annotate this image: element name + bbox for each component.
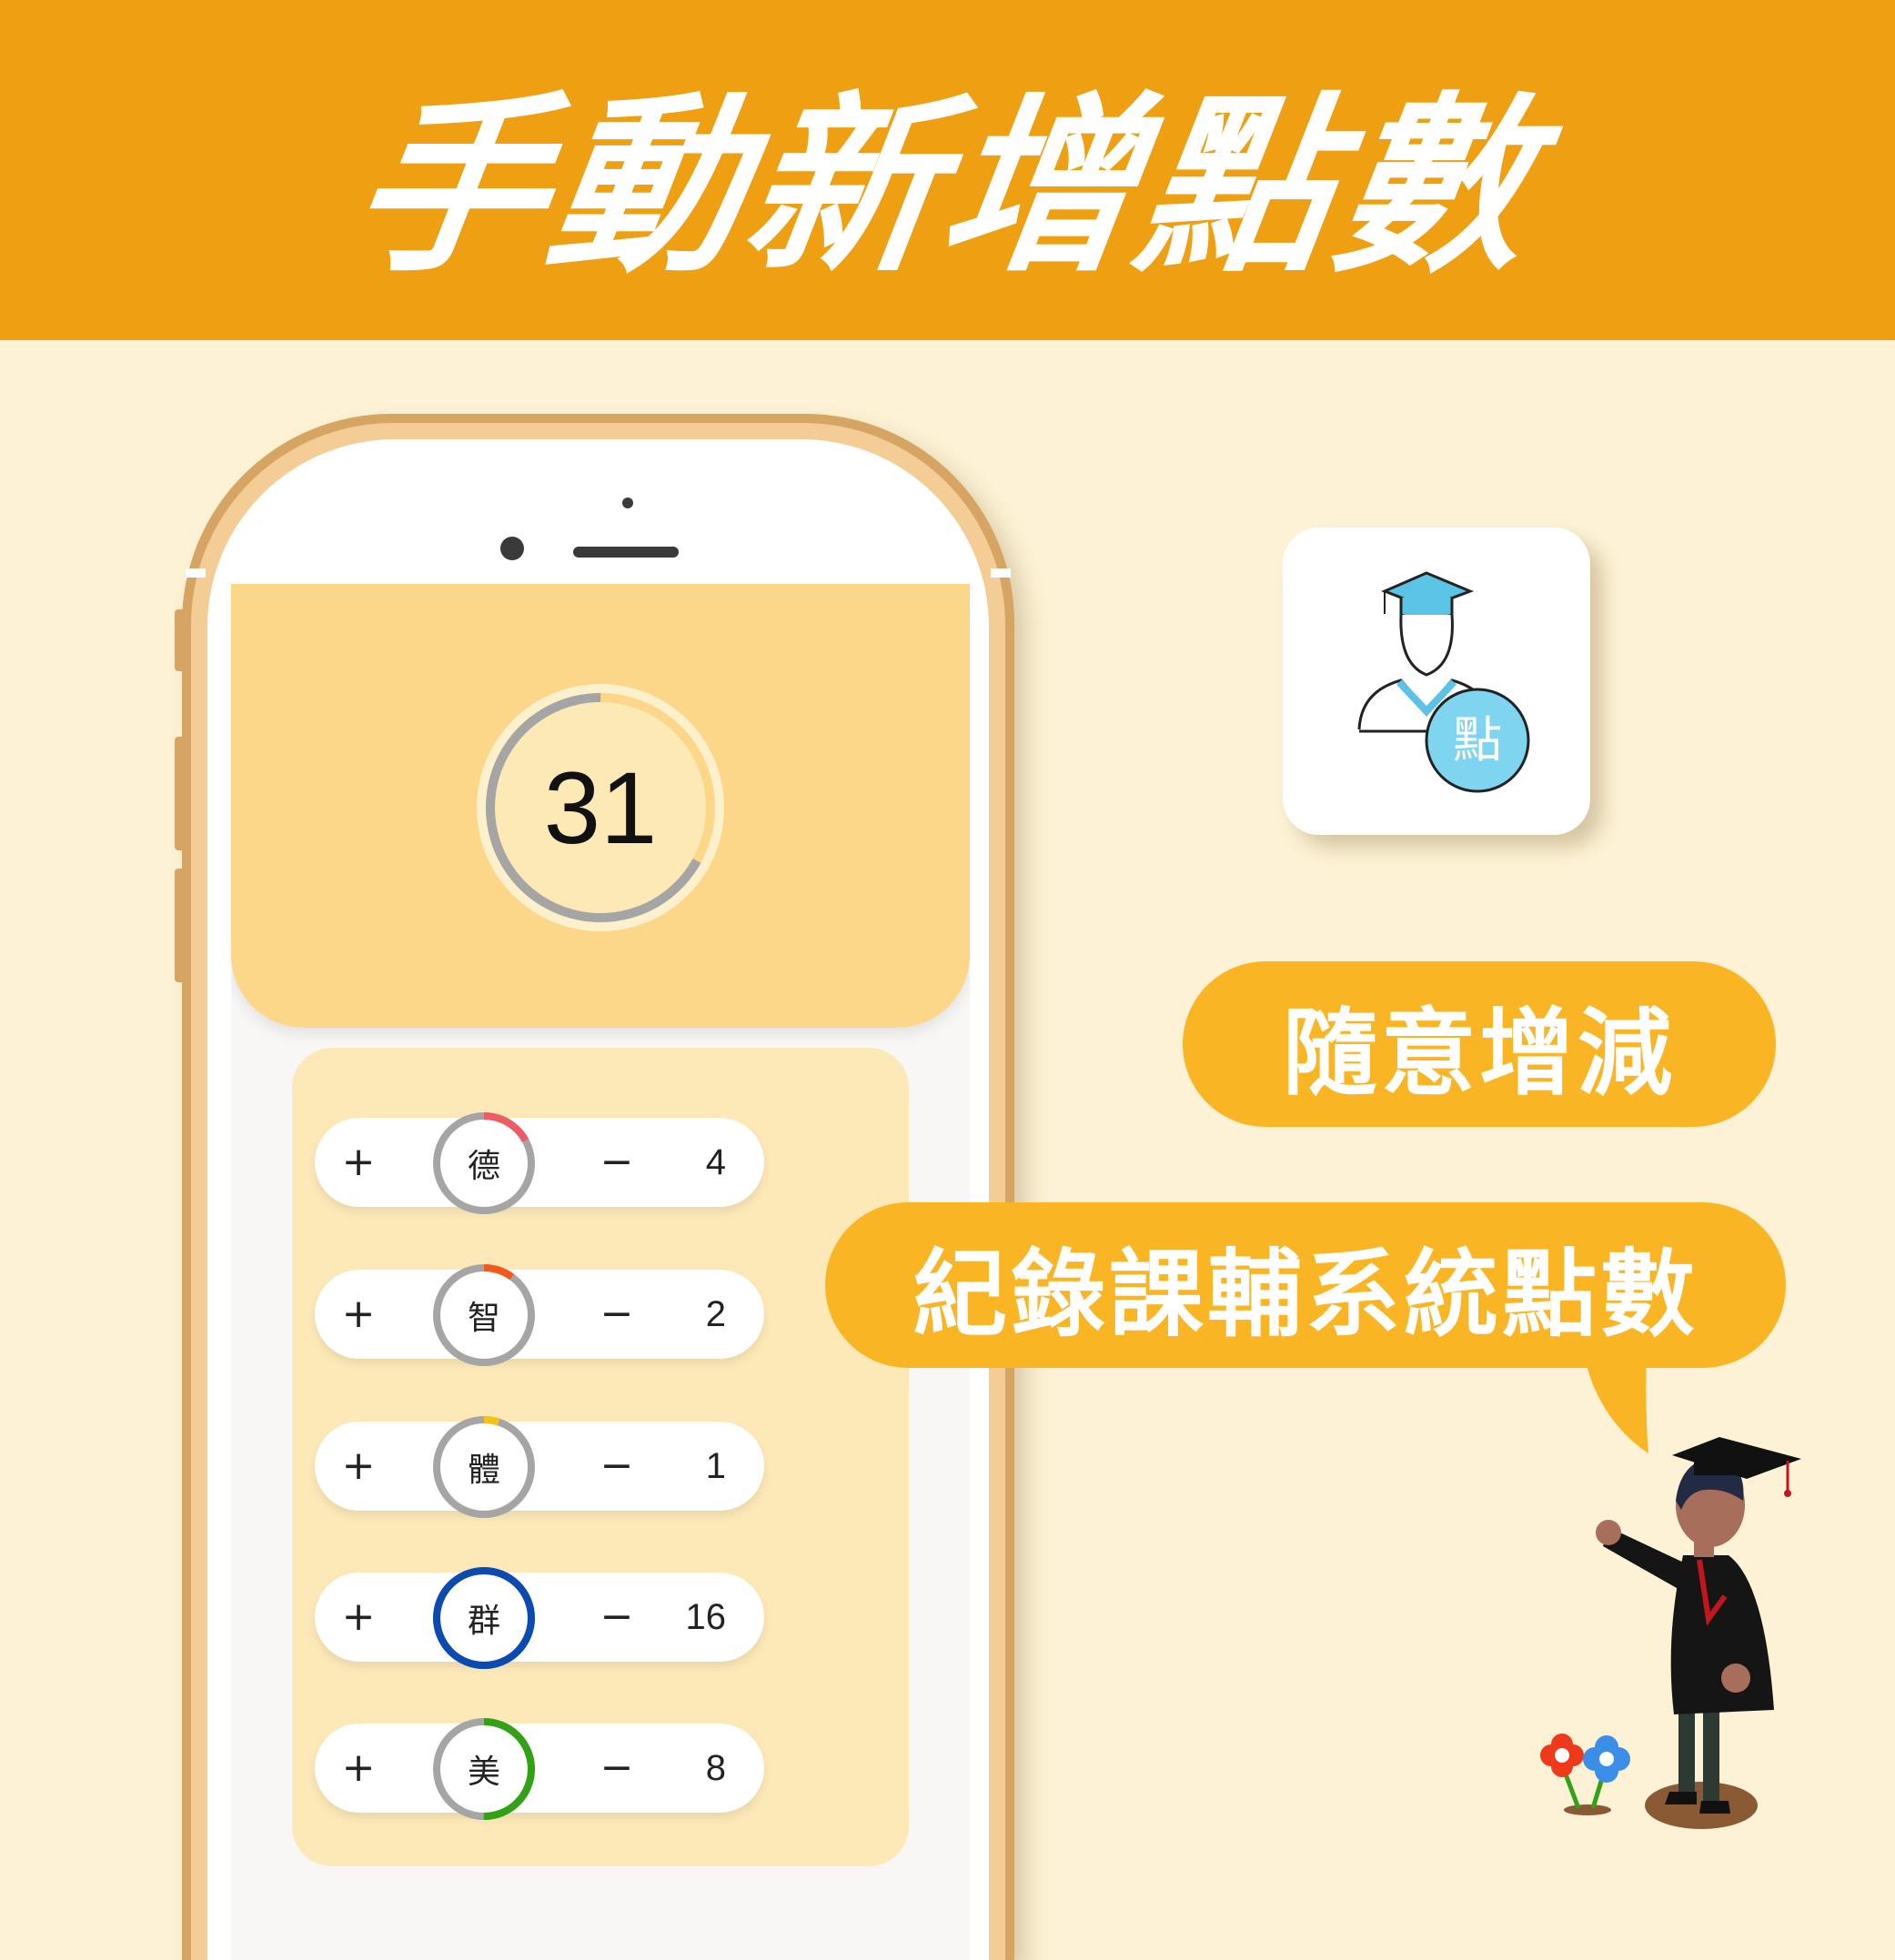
raised-hand — [1596, 1520, 1621, 1545]
right-shoe — [1699, 1801, 1730, 1814]
phone-volume-up — [175, 737, 186, 850]
left-leg — [1678, 1701, 1695, 1792]
point-badge-glyph: 點 — [1453, 711, 1502, 769]
decrement-button[interactable]: − — [599, 1422, 635, 1511]
callout-secondary-label: 紀錄課輔系統點數 — [912, 1238, 1698, 1350]
antenna-line-left — [186, 568, 206, 578]
graduate-point-app-icon[interactable]: 點 — [1283, 528, 1590, 835]
category-row: + 智 − 2 — [315, 1264, 764, 1366]
phone-mockup: 31 + 德 − 4 + 智 − 2 + 體 − 1 + 群 − 16 + 美 − 8 — [175, 414, 1014, 1960]
flower-soil — [1564, 1804, 1611, 1815]
category-count: 16 — [685, 1597, 727, 1637]
increment-button[interactable]: + — [340, 1573, 377, 1662]
head-outline — [1399, 614, 1454, 677]
phone-volume-down — [175, 869, 186, 982]
category-label: 智 — [467, 1300, 500, 1337]
page-title: 手動新增點數 — [339, 75, 1551, 298]
increment-button[interactable]: + — [340, 1422, 377, 1511]
tassel-end — [1784, 1490, 1791, 1497]
category-row: + 美 − 8 — [315, 1718, 764, 1820]
decrement-button[interactable]: − — [599, 1724, 635, 1813]
increment-button[interactable]: + — [340, 1724, 377, 1813]
category-row: + 群 − 16 — [315, 1567, 764, 1669]
callout-secondary: 紀錄課輔系統點數 — [825, 1202, 1786, 1368]
lower-hand — [1721, 1663, 1750, 1693]
callout-primary: 隨意增減 — [1183, 961, 1776, 1127]
category-label: 美 — [467, 1754, 500, 1791]
red-flower — [1540, 1734, 1584, 1777]
antenna-line-right — [991, 568, 1011, 578]
category-label: 群 — [467, 1603, 500, 1640]
proximity-sensor — [622, 498, 633, 508]
increment-button[interactable]: + — [340, 1118, 377, 1207]
phone-mute-switch — [175, 609, 186, 671]
gown — [1670, 1555, 1774, 1714]
category-count: 1 — [705, 1446, 726, 1486]
decrement-button[interactable]: − — [599, 1270, 635, 1359]
category-row: + 體 − 1 — [315, 1416, 764, 1518]
left-shoe — [1665, 1792, 1697, 1804]
decrement-button[interactable]: − — [599, 1118, 635, 1207]
blue-flower — [1583, 1735, 1630, 1783]
cap-base — [1694, 1459, 1741, 1475]
total-score-value: 31 — [543, 750, 658, 865]
front-camera — [500, 537, 524, 560]
flowers-decoration — [1540, 1734, 1630, 1815]
category-count: 8 — [705, 1748, 726, 1788]
category-label: 體 — [467, 1452, 500, 1489]
category-count: 2 — [705, 1294, 726, 1334]
right-leg — [1703, 1701, 1719, 1801]
earpiece-speaker — [573, 547, 679, 558]
category-count: 4 — [705, 1142, 726, 1182]
increment-button[interactable]: + — [340, 1270, 377, 1359]
callout-primary-label: 隨意增減 — [1282, 997, 1676, 1109]
graduate-avatar-icon: 點 — [1357, 571, 1530, 793]
category-row: + 德 − 4 — [315, 1112, 764, 1214]
header-banner: 手動新增點數 — [0, 0, 1895, 340]
category-label: 德 — [467, 1148, 500, 1185]
total-score-card: 31 — [231, 584, 970, 1028]
decrement-button[interactable]: − — [599, 1573, 635, 1662]
